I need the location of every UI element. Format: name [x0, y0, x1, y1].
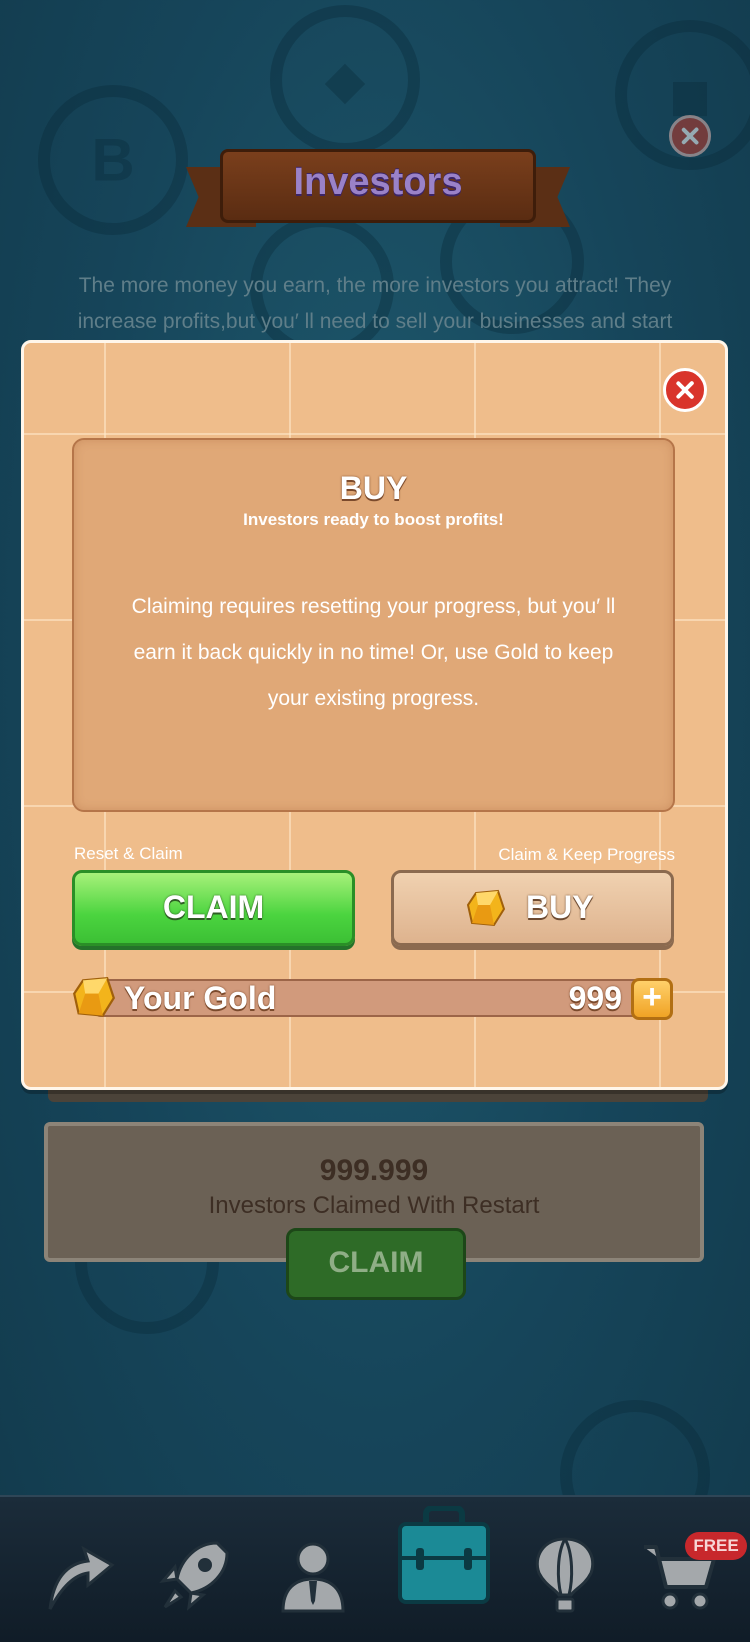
- free-badge: FREE: [685, 1532, 747, 1560]
- restart-claim-button[interactable]: CLAIM: [286, 1228, 466, 1300]
- modal-body-text: Claiming requires resetting your progres…: [131, 595, 616, 710]
- claim-keep-progress-label: Claim & Keep Progress: [498, 845, 675, 864]
- hot-air-balloon-icon[interactable]: [525, 1535, 605, 1615]
- briefcase-icon[interactable]: [396, 1506, 492, 1606]
- modal-subtitle: Investors ready to boost profits!: [243, 510, 504, 529]
- close-modal-button[interactable]: [663, 368, 707, 412]
- ethereum-coin-icon: ◆: [270, 5, 420, 155]
- buy-button-label: BUY: [526, 889, 594, 925]
- gold-gem-icon: [73, 977, 116, 1017]
- buy-with-gold-button[interactable]: BUY: [391, 870, 674, 946]
- investors-restart-value: 999.999: [319, 1154, 429, 1187]
- rocket-icon[interactable]: [155, 1535, 235, 1615]
- title-ribbon: Investors: [186, 145, 570, 237]
- reset-claim-label: Reset & Claim: [74, 844, 183, 863]
- intro-text: The more money you earn, the more invest…: [77, 274, 673, 333]
- investors-restart-label: Investors Claimed With Restart: [208, 1192, 540, 1219]
- upgrade-arrow-icon[interactable]: [40, 1535, 120, 1615]
- bitcoin-coin-icon: B: [38, 85, 188, 235]
- gold-gem-icon: [466, 889, 506, 927]
- info-panel: BUY Investors ready to boost profits! Cl…: [72, 438, 675, 812]
- modal-title: BUY: [339, 470, 408, 506]
- claim-button[interactable]: CLAIM: [72, 870, 355, 946]
- page-title: Investors: [293, 161, 463, 203]
- manager-person-icon[interactable]: [273, 1535, 353, 1615]
- gold-amount: 999: [568, 980, 622, 1016]
- add-gold-button[interactable]: +: [631, 978, 673, 1020]
- your-gold-label: Your Gold: [124, 980, 277, 1016]
- close-screen-button[interactable]: [669, 115, 711, 157]
